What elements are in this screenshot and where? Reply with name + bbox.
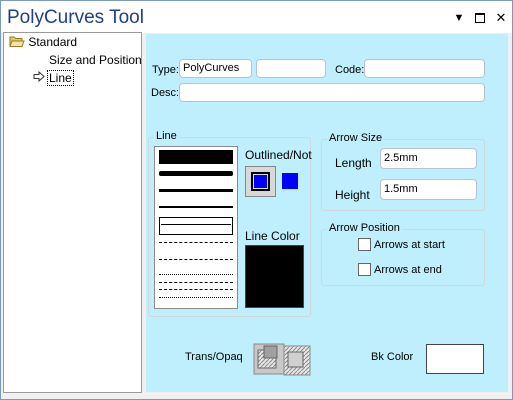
line-style-thin-solid[interactable]	[159, 206, 233, 208]
window-title: PolyCurves Tool	[7, 7, 144, 28]
arrows-at-start-checkbox[interactable]: Arrows at start	[358, 238, 445, 251]
line-style-list[interactable]	[154, 146, 238, 309]
tree-item-label: Line	[49, 71, 72, 85]
tree-node-standard[interactable]: Standard	[9, 35, 77, 49]
checkbox-box[interactable]	[358, 238, 371, 251]
line-group-legend: Line	[154, 130, 179, 142]
tree-item-size-and-position[interactable]: Size and Position	[49, 53, 142, 67]
checkbox-box[interactable]	[358, 263, 371, 276]
trans-opaq-toggle[interactable]	[253, 343, 311, 377]
bk-color-label: Bk Color	[371, 351, 414, 363]
folder-open-icon	[9, 36, 25, 47]
tree-item-label: Size and Position	[49, 53, 142, 67]
tree-node-label: Standard	[28, 35, 78, 49]
desc-label: Desc:	[151, 87, 180, 99]
arrow-position-legend: Arrow Position	[327, 222, 402, 234]
height-label: Height	[335, 188, 370, 202]
length-label: Length	[335, 156, 372, 170]
line-style-thick-solid[interactable]	[159, 150, 233, 164]
line-style-dash[interactable]	[159, 259, 233, 260]
line-style-dot[interactable]	[159, 274, 233, 275]
type-label: Type:	[152, 64, 179, 76]
not-outlined-swatch[interactable]	[282, 173, 298, 189]
line-style-fine-dash[interactable]	[159, 297, 233, 298]
maximize-icon[interactable]	[473, 11, 487, 25]
height-field[interactable]: 1.5mm	[380, 179, 477, 200]
outlined-label: Outlined/Not	[245, 148, 312, 162]
line-style-dash-dot-dot[interactable]	[159, 289, 233, 290]
line-color-label: Line Color	[245, 229, 300, 243]
code-label: Code:	[335, 64, 365, 76]
line-style-hairline-selected[interactable]	[159, 217, 233, 235]
tree-item-line[interactable]: Line	[47, 70, 74, 86]
outline-fill-swatch	[254, 175, 267, 188]
desc-field[interactable]	[179, 83, 485, 102]
type-extra-field[interactable]	[256, 59, 326, 78]
arrow-size-legend: Arrow Size	[327, 132, 385, 144]
line-style-dash-dot[interactable]	[159, 282, 233, 283]
code-field[interactable]	[364, 59, 485, 78]
type-field[interactable]: PolyCurves	[179, 59, 252, 78]
arrows-at-start-label: Arrows at start	[374, 238, 445, 251]
close-icon[interactable]: ✕	[494, 10, 508, 25]
outline-swatch	[251, 172, 270, 191]
title-bar[interactable]: PolyCurves Tool ▼ ✕	[1, 1, 512, 33]
length-field[interactable]: 2.5mm	[380, 148, 477, 169]
bk-color-swatch[interactable]	[426, 344, 484, 374]
tree-view[interactable]: Standard Size and Position Line	[3, 32, 142, 393]
line-style-rough-solid[interactable]	[159, 171, 233, 176]
outlined-toggle-button[interactable]	[245, 166, 276, 197]
line-style-medium-solid[interactable]	[159, 189, 233, 192]
arrows-at-end-label: Arrows at end	[374, 263, 442, 276]
line-style-long-dash[interactable]	[159, 242, 233, 243]
arrow-right-icon	[33, 70, 45, 85]
dropdown-icon[interactable]: ▼	[452, 11, 466, 25]
arrows-at-end-checkbox[interactable]: Arrows at end	[358, 263, 442, 276]
trans-opaq-label: Trans/Opaq	[185, 351, 243, 363]
line-color-swatch[interactable]	[245, 245, 304, 308]
transparency-icon	[253, 343, 311, 376]
